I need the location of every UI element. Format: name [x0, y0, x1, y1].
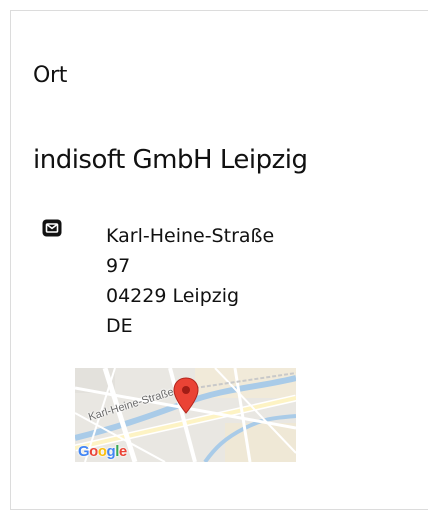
address-house-number: 97 — [106, 255, 131, 277]
section-title: Ort — [33, 63, 68, 88]
address-lines: Karl-Heine-Straße 97 04229 Leipzig DE — [106, 221, 274, 341]
mail-icon[interactable] — [42, 218, 62, 238]
address-postal-city: 04229 Leipzig — [106, 285, 240, 307]
location-name: indisoft GmbH Leipzig — [33, 145, 308, 175]
address-country: DE — [106, 315, 133, 337]
map-preview[interactable]: Karl-Heine-Straße Google — [75, 368, 296, 462]
google-logo: Google — [78, 443, 127, 460]
map-pin-icon — [173, 377, 199, 414]
address-street: Karl-Heine-Straße — [106, 225, 275, 247]
